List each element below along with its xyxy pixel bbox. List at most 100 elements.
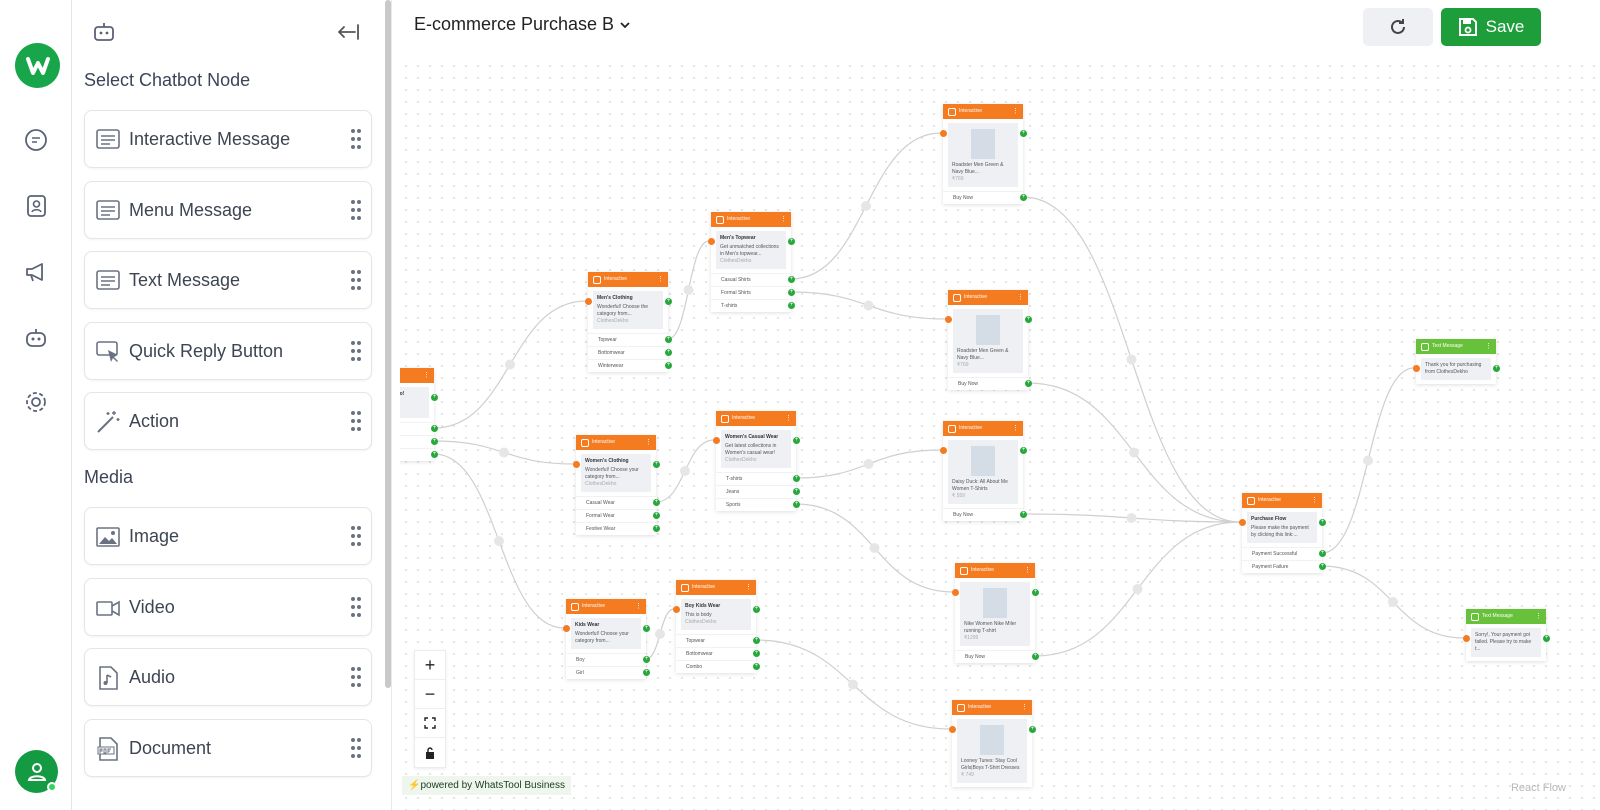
input-handle[interactable] [713, 437, 720, 444]
flow-node-option[interactable]: Payment Successful [1242, 547, 1322, 560]
flow-node-option[interactable]: Girl [566, 666, 646, 679]
input-handle[interactable] [1239, 519, 1246, 526]
output-handle[interactable]: + [793, 475, 800, 482]
edge-midpoint-handle[interactable] [494, 536, 504, 546]
bot-icon[interactable] [18, 320, 54, 356]
flow-node-option[interactable] [400, 422, 434, 435]
logo-icon[interactable] [15, 43, 60, 88]
flow-node-option[interactable]: Topwear [588, 333, 668, 346]
output-handle[interactable]: + [653, 461, 660, 468]
flow-node-option[interactable]: Buy Now [943, 508, 1023, 521]
output-handle[interactable]: + [431, 451, 438, 458]
edge-midpoint-handle[interactable] [1388, 597, 1398, 607]
drag-handle-icon[interactable] [351, 199, 361, 221]
output-handle[interactable]: + [643, 669, 650, 676]
input-handle[interactable] [563, 625, 570, 632]
output-handle[interactable]: + [665, 349, 672, 356]
node-video[interactable]: Video [84, 578, 372, 636]
input-handle[interactable] [1463, 635, 1470, 642]
input-handle[interactable] [952, 589, 959, 596]
edge-midpoint-handle[interactable] [861, 201, 871, 211]
panel-scrollbar[interactable] [385, 0, 391, 688]
output-handle[interactable]: + [788, 238, 795, 245]
input-handle[interactable] [940, 447, 947, 454]
flow-node[interactable]: Interactive Roadster Men Green & Navy Blu… [948, 290, 1028, 390]
flow-node-option[interactable]: Winterwear [588, 359, 668, 372]
output-handle[interactable]: + [1025, 316, 1032, 323]
input-handle[interactable] [573, 461, 580, 468]
drag-handle-icon[interactable] [351, 666, 361, 688]
flow-node-option[interactable]: Buy Now [948, 377, 1028, 390]
output-handle[interactable]: + [431, 394, 438, 401]
flow-node-option[interactable] [400, 448, 434, 461]
node-interactive-message[interactable]: Interactive Message [84, 110, 372, 168]
flow-node-option[interactable]: Bottomwear [588, 346, 668, 359]
lock-button[interactable] [415, 738, 445, 767]
edge-midpoint-handle[interactable] [680, 466, 690, 476]
drag-handle-icon[interactable] [351, 128, 361, 150]
output-handle[interactable]: + [753, 650, 760, 657]
edge-midpoint-handle[interactable] [1132, 584, 1143, 594]
flow-node-option[interactable]: Bottomwear [676, 647, 756, 660]
flow-node[interactable]: Interactive Women's Casual Wear Get latest… [716, 411, 796, 511]
node-image[interactable]: Image [84, 507, 372, 565]
node-action[interactable]: Action [84, 392, 372, 450]
output-handle[interactable]: + [753, 663, 760, 670]
output-handle[interactable]: + [1020, 447, 1027, 454]
output-handle[interactable]: + [793, 501, 800, 508]
input-handle[interactable] [940, 130, 947, 137]
flow-node[interactable]: Text Message Thank you for purchasing fro… [1416, 339, 1496, 384]
drag-handle-icon[interactable] [351, 410, 361, 432]
edge-midpoint-handle[interactable] [848, 679, 858, 690]
flow-node[interactable]: Interactive Roadster Men Green & Navy Blu… [943, 104, 1023, 204]
flow-canvas[interactable]: iveto ClothesDekho!lighted to servekho++… [400, 0, 1600, 810]
flow-node[interactable]: Interactive Men's Clothing Wonderful! Choo… [588, 272, 668, 372]
output-handle[interactable]: + [793, 437, 800, 444]
node-audio[interactable]: Audio [84, 648, 372, 706]
input-handle[interactable] [949, 726, 956, 733]
output-handle[interactable]: + [431, 438, 438, 445]
flow-node-option[interactable]: Formal Wear [576, 509, 656, 522]
user-avatar[interactable] [15, 750, 58, 793]
output-handle[interactable]: + [1020, 130, 1027, 137]
edge-midpoint-handle[interactable] [863, 459, 874, 469]
flow-node-option[interactable]: Casual Shirts [711, 273, 791, 286]
fit-view-button[interactable] [415, 709, 445, 738]
edge-midpoint-handle[interactable] [683, 285, 694, 295]
input-handle[interactable] [585, 298, 592, 305]
contacts-icon[interactable] [18, 188, 54, 224]
flow-node-option[interactable]: Sports [716, 498, 796, 511]
flow-node-option[interactable]: Buy Now [943, 191, 1023, 204]
output-handle[interactable]: + [653, 512, 660, 519]
output-handle[interactable]: + [793, 488, 800, 495]
output-handle[interactable]: + [1029, 726, 1036, 733]
output-handle[interactable]: + [1020, 194, 1027, 201]
input-handle[interactable] [945, 316, 952, 323]
output-handle[interactable]: + [653, 525, 660, 532]
flow-node-option[interactable]: Combo [676, 660, 756, 673]
react-flow-attribution[interactable]: React Flow [1511, 782, 1566, 794]
output-handle[interactable]: + [753, 637, 760, 644]
node-quick-reply-button[interactable]: Quick Reply Button [84, 322, 372, 380]
powered-by-badge[interactable]: ⚡powered by WhatsTool Business [402, 776, 571, 795]
output-handle[interactable]: + [1319, 550, 1326, 557]
output-handle[interactable]: + [788, 289, 795, 296]
settings-icon[interactable] [18, 384, 54, 420]
output-handle[interactable]: + [1032, 653, 1039, 660]
edge-midpoint-handle[interactable] [655, 629, 665, 639]
flow-node-option[interactable]: Boy [566, 653, 646, 666]
flow-node[interactable]: Interactive Kids Wear Wonderful! Choose yo… [566, 599, 646, 679]
flow-node[interactable]: Interactive Nike Women Nike Miler running… [955, 563, 1035, 663]
flow-node[interactable]: Interactive Women's Clothing Wonderful! Ch… [576, 435, 656, 535]
output-handle[interactable]: + [753, 606, 760, 613]
flow-node[interactable]: Interactive Boy Kids Wear This is bodyClot… [676, 580, 756, 673]
drag-handle-icon[interactable] [351, 737, 361, 759]
edge-midpoint-handle[interactable] [499, 447, 509, 458]
flow-title-dropdown[interactable]: E-commerce Purchase B [414, 14, 631, 35]
output-handle[interactable]: + [665, 336, 672, 343]
output-handle[interactable]: + [1543, 635, 1550, 642]
output-handle[interactable]: + [665, 298, 672, 305]
flow-node-option[interactable]: Jeans [716, 485, 796, 498]
save-button[interactable]: Save [1441, 8, 1541, 46]
output-handle[interactable]: + [788, 276, 795, 283]
